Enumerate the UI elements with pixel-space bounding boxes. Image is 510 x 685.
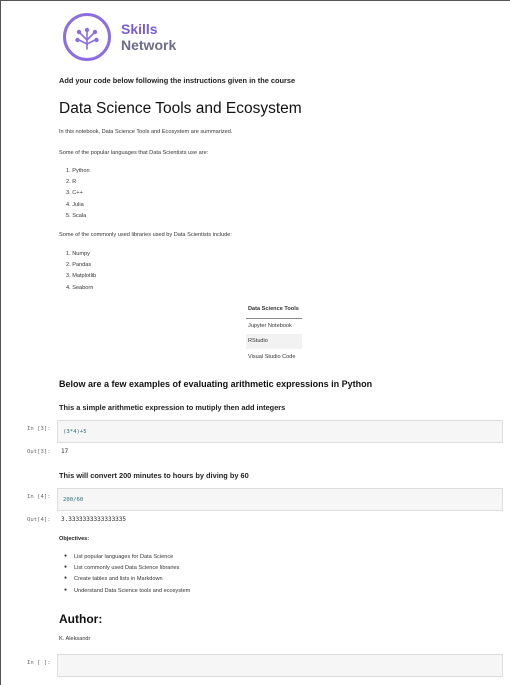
network-tree-icon <box>63 13 111 61</box>
list-item: 1. Numpy <box>66 251 90 257</box>
table-row: RStudio <box>246 333 302 349</box>
list-item: List popular languages for Data Science <box>64 552 190 563</box>
table-row: Jupyter Notebook <box>248 323 292 329</box>
code-cell-4[interactable]: 200/60 <box>57 488 503 511</box>
empty-cell-in-prompt: In [ ]: <box>27 660 51 666</box>
cell4-out-prompt: Out[4]: <box>27 517 51 523</box>
code-text: (3*4)+5 <box>63 429 87 435</box>
list-item: List commonly used Data Science librarie… <box>64 563 190 574</box>
list-item: 4. Seaborn <box>66 284 94 291</box>
code-text: 200/60 <box>63 497 84 503</box>
cell4-output: 3.3333333333333335 <box>61 516 127 523</box>
cell4-description: This will convert 200 minutes to hours b… <box>59 471 249 480</box>
tools-table: Data Science Tools Jupyter Notebook RStu… <box>246 304 302 365</box>
list-item: 4. Julia <box>66 201 84 208</box>
languages-intro: Some of the popular languages that Data … <box>59 150 209 156</box>
arithmetic-heading: Below are a few examples of evaluating a… <box>59 379 373 389</box>
list-item: 2. R <box>66 179 77 186</box>
table-header: Data Science Tools <box>246 304 302 319</box>
skills-network-logo: Skills Network <box>63 13 176 61</box>
languages-list: 1. Python 2. R 3. C++ 4. Julia 5. Scala <box>66 166 90 222</box>
objectives-list: List popular languages for Data Science … <box>64 552 190 597</box>
page-title: Data Science Tools and Ecosystem <box>59 100 302 117</box>
objectives-label: Objectives: <box>59 536 90 542</box>
code-cell-3[interactable]: (3*4)+5 <box>57 420 503 443</box>
logo-line1: Skills <box>121 21 158 37</box>
cell3-output: 17 <box>61 448 69 455</box>
cell3-in-prompt: In [3]: <box>27 426 51 432</box>
list-item: 3. C++ <box>66 190 83 197</box>
cell4-in-prompt: In [4]: <box>27 494 51 500</box>
author-heading: Author: <box>59 612 103 626</box>
list-item: 1. Python <box>66 168 90 174</box>
list-item: 2. Pandas <box>66 262 92 269</box>
author-name: K. Aleksandr <box>59 636 91 642</box>
instruction-text: Add your code below following the instru… <box>59 76 296 85</box>
table-row: Visual Studio Code <box>248 353 296 360</box>
list-item: 5. Scala <box>66 212 87 219</box>
list-item: Understand Data Science tools and ecosys… <box>64 586 190 597</box>
list-item: Create tables and lists in Markdown <box>64 574 190 585</box>
list-item: 3. Matplotlib <box>66 273 97 280</box>
cell3-out-prompt: Out[3]: <box>27 449 51 455</box>
logo-line2: Network <box>121 37 177 53</box>
intro-text: In this notebook, Data Science Tools and… <box>59 129 233 135</box>
cell3-description: This a simple arithmetic expression to m… <box>59 403 286 412</box>
logo-wordmark: Skills Network <box>121 21 176 53</box>
libraries-list: 1. Numpy 2. Pandas 3. Matplotlib 4. Seab… <box>66 249 96 294</box>
libraries-intro: Some of the commonly used libraries used… <box>59 232 232 238</box>
empty-code-cell[interactable] <box>57 654 503 677</box>
